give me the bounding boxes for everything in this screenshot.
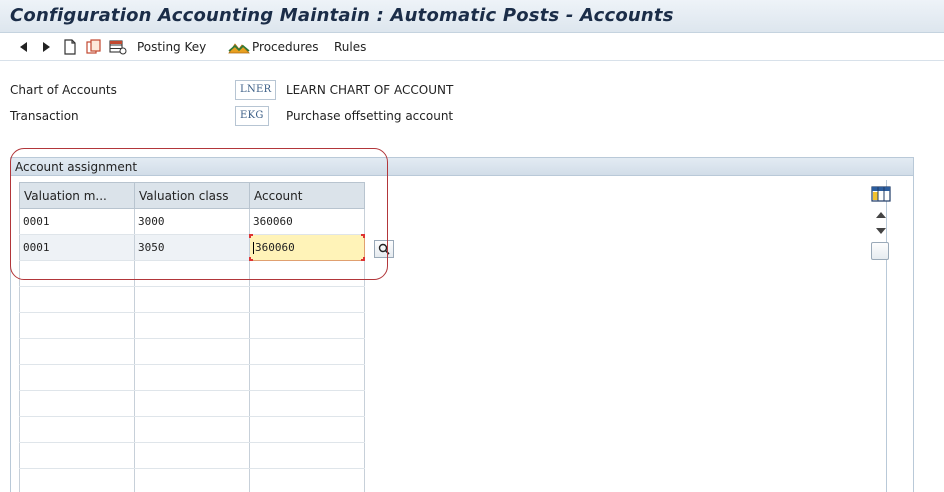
empty-cell[interactable]: [19, 338, 135, 365]
empty-cell[interactable]: [134, 338, 250, 365]
procedures-button[interactable]: Procedures: [228, 37, 319, 57]
rules-button[interactable]: Rules: [334, 37, 366, 57]
empty-cell[interactable]: [134, 260, 250, 287]
empty-cell[interactable]: [249, 390, 365, 417]
value-help-button[interactable]: [374, 240, 394, 258]
copy-as-button[interactable]: [86, 37, 102, 57]
transaction-description: Purchase offsetting account: [286, 109, 454, 123]
empty-cell[interactable]: [19, 260, 135, 287]
empty-cell[interactable]: [19, 416, 135, 443]
empty-cell[interactable]: [134, 416, 250, 443]
scroll-down-button[interactable]: [875, 226, 887, 236]
empty-cell[interactable]: [19, 312, 135, 339]
panel-header: Account assignment: [11, 158, 913, 176]
focus-corner: [361, 234, 365, 238]
account-input[interactable]: 360060: [249, 208, 365, 235]
table-settings-button[interactable]: [109, 37, 127, 57]
empty-cell[interactable]: [134, 442, 250, 469]
empty-cell[interactable]: [134, 390, 250, 417]
column-header-valuation-modifier[interactable]: Valuation m...: [19, 182, 135, 209]
table-row[interactable]: [19, 390, 365, 417]
scroll-up-button[interactable]: [875, 210, 887, 220]
scroll-thumb[interactable]: [871, 242, 889, 260]
application-toolbar: Posting Key Procedures Rules: [0, 33, 944, 61]
caret-up-icon: [876, 212, 886, 218]
valuation-modifier-cell: 0001: [19, 208, 135, 235]
rules-label: Rules: [334, 40, 367, 54]
empty-cell[interactable]: [249, 468, 365, 492]
chart-of-accounts-label: Chart of Accounts: [10, 83, 117, 97]
transaction-label: Transaction: [10, 109, 79, 123]
focus-corner: [249, 234, 253, 238]
account-assignment-panel: Account assignment Valuation m... Valuat…: [10, 157, 914, 492]
table-row[interactable]: 0001 3000 360060: [19, 208, 365, 235]
triangle-right-icon: [43, 42, 50, 52]
empty-cell[interactable]: [249, 364, 365, 391]
empty-cell[interactable]: [249, 286, 365, 313]
table-row[interactable]: [19, 312, 365, 339]
empty-cell[interactable]: [19, 468, 135, 492]
table-header-row: Valuation m... Valuation class Account: [19, 182, 365, 209]
triangle-left-icon: [20, 42, 27, 52]
chart-of-accounts-row: Chart of Accounts LNER LEARN CHART OF AC…: [10, 80, 930, 100]
empty-cell[interactable]: [134, 286, 250, 313]
empty-cell[interactable]: [249, 442, 365, 469]
caret-down-icon: [876, 228, 886, 234]
table-row[interactable]: [19, 260, 365, 287]
account-input-active[interactable]: 360060: [249, 234, 365, 261]
focus-corner: [249, 257, 253, 261]
table-settings-icon: [109, 40, 127, 55]
chart-of-accounts-field[interactable]: LNER: [235, 80, 277, 100]
new-document-icon: [64, 39, 76, 55]
focus-corner: [361, 257, 365, 261]
empty-cell[interactable]: [249, 260, 365, 287]
column-header-valuation-class[interactable]: Valuation class: [134, 182, 250, 209]
table-row[interactable]: [19, 416, 365, 443]
empty-cell[interactable]: [19, 286, 135, 313]
transaction-field[interactable]: EKG: [235, 106, 269, 126]
copy-icon: [86, 39, 101, 54]
column-config-icon: [871, 186, 891, 202]
table-row[interactable]: 0001 3050 360060: [19, 234, 365, 261]
empty-cell[interactable]: [249, 312, 365, 339]
empty-cell[interactable]: [134, 312, 250, 339]
back-button[interactable]: [20, 37, 28, 57]
valuation-class-cell: 3050: [134, 234, 250, 261]
title-bar: Configuration Accounting Maintain : Auto…: [0, 0, 944, 33]
procedures-label: Procedures: [252, 40, 319, 54]
posting-key-label: Posting Key: [137, 40, 207, 54]
empty-cell[interactable]: [134, 468, 250, 492]
empty-cell[interactable]: [249, 338, 365, 365]
chart-of-accounts-description: LEARN CHART OF ACCOUNT: [286, 83, 454, 97]
empty-cell[interactable]: [19, 364, 135, 391]
table-row[interactable]: [19, 338, 365, 365]
window-title: Configuration Accounting Maintain : Auto…: [10, 5, 674, 26]
empty-cell[interactable]: [19, 442, 135, 469]
empty-cell[interactable]: [249, 416, 365, 443]
empty-cell[interactable]: [19, 390, 135, 417]
empty-cell[interactable]: [134, 364, 250, 391]
search-icon: [378, 243, 390, 255]
account-value: 360060: [255, 241, 295, 254]
text-caret: [253, 242, 254, 254]
forward-button[interactable]: [42, 37, 50, 57]
posting-key-button[interactable]: Posting Key: [137, 37, 206, 57]
new-entries-button[interactable]: [63, 37, 77, 57]
table-row[interactable]: [19, 364, 365, 391]
table-row[interactable]: [19, 442, 365, 469]
valuation-modifier-cell: 0001: [19, 234, 135, 261]
table-row[interactable]: [19, 468, 365, 492]
valuation-class-cell: 3000: [134, 208, 250, 235]
account-assignment-table: Valuation m... Valuation class Account 0…: [19, 182, 365, 492]
panel-title: Account assignment: [15, 160, 138, 174]
table-row[interactable]: [19, 286, 365, 313]
table-config-button[interactable]: [871, 186, 891, 202]
transaction-row: Transaction EKG Purchase offsetting acco…: [10, 106, 930, 126]
column-header-account[interactable]: Account: [249, 182, 365, 209]
procedures-icon: [228, 43, 250, 54]
